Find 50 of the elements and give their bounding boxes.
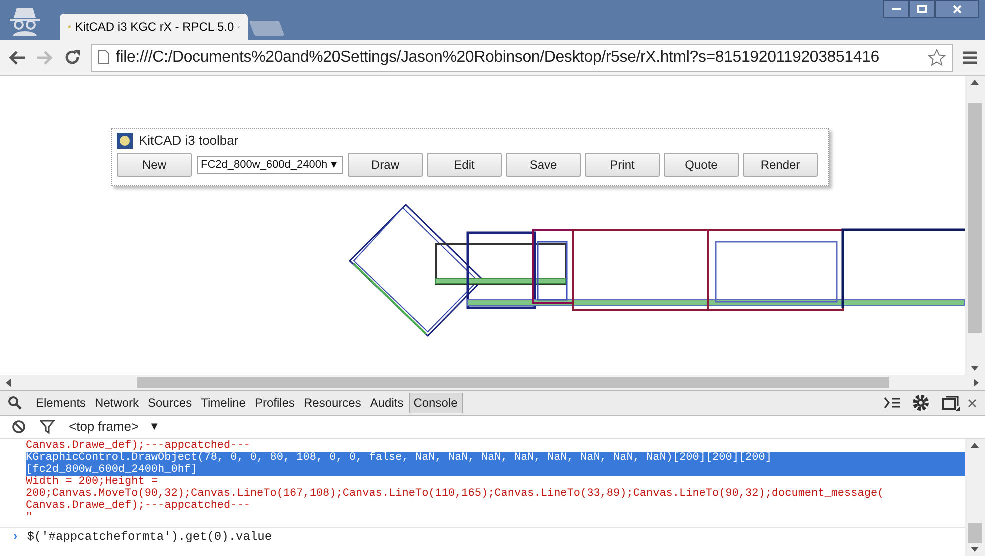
maximize-button[interactable]: [909, 0, 935, 18]
console-line: Canvas.Drawe_def);---appcatched---: [26, 500, 252, 512]
reload-icon[interactable]: [64, 49, 81, 66]
toolbar-button[interactable]: Edit: [427, 153, 502, 177]
toolbar-button[interactable]: New: [117, 153, 192, 177]
console-scrollbar[interactable]: [965, 439, 985, 556]
console-line: ": [26, 512, 34, 524]
devtools-tab[interactable]: Profiles: [250, 393, 299, 413]
settings-icon[interactable]: [912, 394, 930, 412]
devtools-tab[interactable]: Elements: [32, 393, 90, 413]
devtools-tab[interactable]: Sources: [144, 393, 196, 413]
toolbar-title: KitCAD i3 toolbar: [139, 132, 239, 150]
dock-icon[interactable]: [942, 396, 960, 410]
close-icon: [952, 4, 962, 14]
menu-icon[interactable]: [963, 50, 977, 64]
back-arrow-icon[interactable]: [8, 50, 26, 66]
minimize-button[interactable]: [883, 0, 909, 18]
toolbar-button[interactable]: Save: [506, 153, 581, 177]
toolbar-button[interactable]: Draw: [348, 153, 423, 177]
address-text: file:///C:/Documents%20and%20Settings/Jason%20Robinson/Desktop/r5se/rX.html?s=8151920119203851416: [116, 48, 880, 68]
toolbar-logo-icon: [117, 133, 133, 149]
devtools-tab[interactable]: Resources: [300, 393, 366, 413]
prompt-marker: ›: [12, 529, 20, 546]
clear-icon[interactable]: [12, 420, 26, 434]
devtools-tab[interactable]: Console: [408, 393, 463, 413]
search-icon[interactable]: [8, 396, 22, 410]
toolbar-button[interactable]: Render: [743, 153, 818, 177]
toolbar-button[interactable]: Print: [585, 153, 660, 177]
browser-tab[interactable]: KitCAD i3 KGC rX - RPCL 5.0: [60, 14, 248, 40]
star-icon[interactable]: [928, 48, 946, 66]
console-line: 200;Canvas.MoveTo(90,32);Canvas.LineTo(167,108);Canvas.LineTo(110,165);Canvas.LineTo(33,89);Canvas.LineTo(90,32);document_message(: [26, 488, 886, 500]
horizontal-scrollbar[interactable]: [0, 375, 985, 390]
close-button[interactable]: [935, 0, 979, 18]
devtools-tab[interactable]: Timeline: [197, 393, 250, 413]
console-line: Canvas.Drawe_def);---appcatched---: [26, 440, 252, 452]
console-line: Width = 200;Height =: [26, 476, 160, 488]
vertical-scrollbar[interactable]: [965, 76, 985, 375]
console-input[interactable]: $('#appcatcheformta').get(0).value: [27, 528, 272, 546]
console-drawer-icon[interactable]: [884, 397, 900, 409]
page-icon: [98, 50, 110, 65]
close-icon[interactable]: [968, 398, 977, 408]
filter-icon[interactable]: [40, 420, 55, 434]
tab-title: KitCAD i3 KGC rX - RPCL 5.0: [75, 19, 234, 36]
address-field[interactable]: file:///C:/Documents%20and%20Settings/Jason%20Robinson/Desktop/r5se/rX.html?s=8151920119203851416: [91, 44, 953, 72]
devtools-tab[interactable]: Network: [91, 393, 144, 413]
incognito-icon: [8, 6, 42, 36]
drawing-select[interactable]: FC2d_800w_600d_2400h▼: [197, 156, 343, 174]
devtools-tab[interactable]: Audits: [366, 393, 408, 413]
frame-selector[interactable]: <top frame> ▼: [69, 417, 160, 437]
toolbar-button[interactable]: Quote: [664, 153, 739, 177]
